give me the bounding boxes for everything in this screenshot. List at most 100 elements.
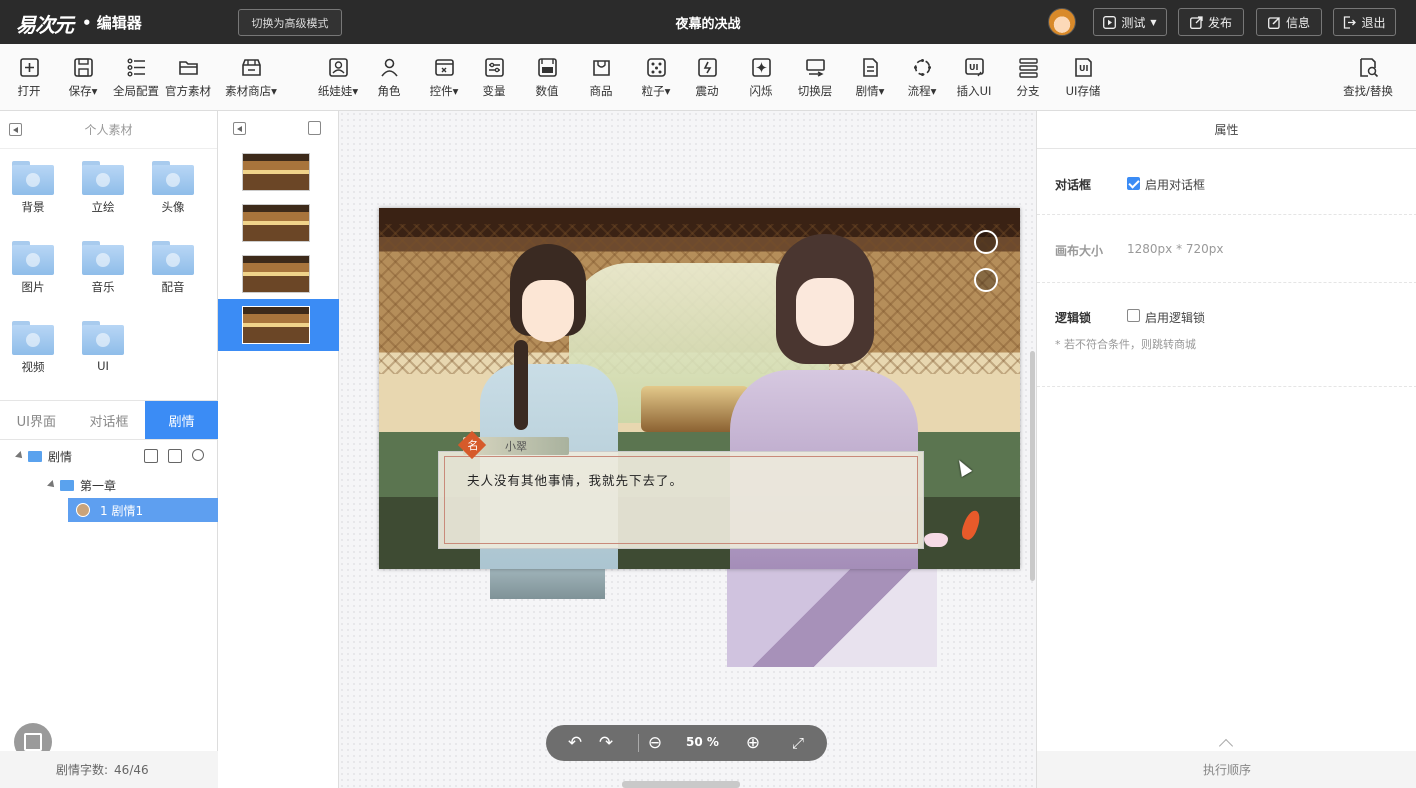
tool-flash[interactable]: 闪烁 [746,44,776,111]
folder-icon [82,321,124,355]
fit-screen-icon[interactable]: ⤢ [788,733,808,753]
asset-panel-title: 个人素材 [84,123,133,137]
scene-thumbnail[interactable] [242,306,310,344]
tab-ui-screen[interactable]: UI界面 [0,401,73,439]
game-stage[interactable]: 夫人没有其他事情，我就先下去了。 小翠 名 [379,208,1020,569]
tool-switch-layer[interactable]: 切换层 [795,44,835,111]
tool-widget[interactable]: 控件▾ [426,44,462,111]
tool-label: 粒子▾ [641,83,671,98]
folder-label: 立绘 [91,200,115,214]
exit-icon [1344,15,1357,29]
tool-find-replace[interactable]: 查找/替换 [1340,44,1396,111]
insert-ui-icon: UI [963,57,985,79]
exit-button[interactable]: 退出 [1333,8,1396,36]
tool-story[interactable]: 剧情▾ [852,44,888,111]
undo-icon[interactable]: ↶ [565,733,585,753]
store-icon [240,57,262,79]
folder-icon [177,57,199,79]
tree-root[interactable]: 剧情 [15,444,72,468]
folder-label: 视频 [21,360,45,374]
expand-arrow-icon[interactable] [15,451,25,461]
execution-order[interactable]: 执行顺序 [1037,751,1416,788]
add-scene-icon[interactable] [308,121,321,135]
tool-open[interactable]: 打开 [14,44,44,111]
folder-video[interactable]: 视频 [5,315,61,385]
new-folder-icon[interactable] [144,449,158,463]
folder-image[interactable]: 图片 [5,235,61,305]
new-story-icon[interactable] [168,449,182,463]
folder-ui[interactable]: UI [75,315,131,385]
prop-dialog-box-label: 对话框 [1055,178,1092,192]
folder-music[interactable]: 音乐 [75,235,131,305]
tool-shake[interactable]: 震动 [692,44,722,111]
search-icon[interactable] [192,449,204,461]
info-button[interactable]: 信息 [1256,8,1322,36]
tool-label: 震动 [695,83,719,98]
prop-logic-lock: 逻辑锁 启用逻辑锁 * 若不符合条件，则跳转商城 [1037,283,1416,387]
logic-lock-checkbox[interactable] [1127,309,1140,322]
tool-particle[interactable]: 粒子▾ [638,44,674,111]
tool-insert-ui[interactable]: UI 插入UI [954,44,994,111]
tree-story-item[interactable]: 1 剧情1 [68,498,218,522]
tab-story[interactable]: 剧情 [145,401,219,439]
scene-thumbnail[interactable] [242,255,310,293]
vertical-scrollbar[interactable] [1030,351,1035,581]
scene-list [218,111,339,788]
folder-background[interactable]: 背景 [5,155,61,225]
tool-paper-doll[interactable]: 纸娃娃▾ [314,44,362,111]
particle-icon [645,57,667,79]
avatar[interactable] [1048,8,1076,36]
tool-character[interactable]: 角色 [374,44,404,111]
tree-chapter-label: 第一章 [80,478,117,493]
zoom-level: 50 % [686,735,719,749]
exit-button-label: 退出 [1361,15,1386,30]
tool-label: 角色 [377,83,401,98]
advanced-mode-button[interactable]: 切换为高级模式 [238,9,342,36]
tool-save[interactable]: 保存▾ [62,44,104,111]
tool-flow[interactable]: 流程▾ [904,44,940,111]
portrait-overflow-right [727,569,937,667]
collapse-icon[interactable] [9,123,22,136]
tab-dialog-box[interactable]: 对话框 [73,401,146,439]
zoom-out-icon[interactable]: ⊖ [645,733,665,753]
tool-branch[interactable]: 分支 [1013,44,1043,111]
folder-avatar[interactable]: 头像 [145,155,201,225]
tool-goods[interactable]: 商品 [586,44,616,111]
folder-portrait[interactable]: 立绘 [75,155,131,225]
scene-thumbnail[interactable] [242,153,310,191]
tool-ui-storage[interactable]: UI UI存储 [1063,44,1103,111]
tool-label: 插入UI [956,83,992,98]
publish-button[interactable]: 发布 [1178,8,1244,36]
scene-list-header [218,111,338,147]
tool-label: 分支 [1016,83,1040,98]
tool-label: 官方素材 [165,83,211,98]
test-button[interactable]: 测试 ▼ [1093,8,1167,36]
flash-icon [750,57,772,79]
find-replace-icon [1357,57,1379,79]
horizontal-scrollbar[interactable] [622,781,740,788]
dialog-box[interactable]: 夫人没有其他事情，我就先下去了。 [438,451,924,549]
tool-number[interactable]: 数值 [532,44,562,111]
redo-icon[interactable]: ↷ [596,733,616,753]
asset-panel-header: 个人素材 [0,111,217,149]
tool-variable[interactable]: 变量 [479,44,509,111]
number-icon [536,57,558,79]
doll-icon [327,57,349,79]
menu-list-icon[interactable] [974,230,998,254]
expand-arrow-icon[interactable] [47,480,57,490]
dropdown-caret-icon: ▼ [1150,17,1157,27]
properties-panel: 属性 对话框 启用对话框 画布大小 1280px * 720px 逻辑锁 启用逻… [1036,111,1416,788]
dialog-box-checkbox[interactable] [1127,177,1140,190]
canvas-area[interactable]: 夫人没有其他事情，我就先下去了。 小翠 名 ↶ ↷ ⊖ 50 % ⊕ ⤢ [339,111,1036,788]
scene-thumbnail[interactable] [242,204,310,242]
save-slot-icon[interactable] [974,268,998,292]
tool-global-config[interactable]: 全局配置 [110,44,162,111]
zoom-in-icon[interactable]: ⊕ [743,733,763,753]
tool-asset-store[interactable]: 素材商店▾ [222,44,280,111]
tool-official-assets[interactable]: 官方素材 [163,44,213,111]
tree-tools [144,449,204,463]
collapse-icon[interactable] [233,122,246,135]
info-button-label: 信息 [1285,15,1310,30]
tree-chapter[interactable]: 第一章 [47,473,117,497]
folder-voice[interactable]: 配音 [145,235,201,305]
